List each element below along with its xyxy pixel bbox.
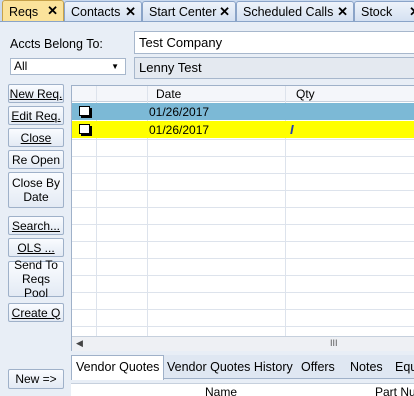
new-req-button[interactable]: New Req. (8, 84, 64, 103)
column-header-qty[interactable]: Qty (296, 87, 315, 101)
tab-label: Start Center (149, 5, 217, 19)
dropdown-arrow-icon[interactable]: ▼ (111, 59, 119, 74)
horizontal-scrollbar[interactable]: ◀ III (72, 336, 414, 351)
close-icon[interactable]: ✕ (337, 5, 348, 19)
accts-select[interactable]: All ▼ (10, 58, 126, 75)
send-to-line2: Reqs Pool (21, 272, 50, 300)
tab-reqs[interactable]: Reqs ✕ (2, 0, 64, 21)
tab-notes[interactable]: Notes (350, 360, 383, 374)
close-by-date-line2: Date (23, 190, 49, 204)
close-icon[interactable]: ✕ (219, 5, 230, 19)
tab-contacts[interactable]: Contacts ✕ (64, 1, 142, 21)
grid-header: Date Qty (72, 86, 414, 102)
accts-select-value: All (14, 59, 28, 73)
new-arrow-button[interactable]: New => (8, 369, 64, 389)
document-icon (79, 124, 90, 134)
tab-label: Contacts (71, 5, 121, 19)
tab-strip: Reqs ✕ Contacts ✕ Start Center ✕ Schedul… (0, 0, 414, 22)
tab-label: Scheduled Calls (243, 5, 334, 19)
reopen-button[interactable]: Re Open (8, 150, 64, 169)
column-header-part-number[interactable]: Part Nu (375, 385, 414, 396)
send-to-reqs-pool-button[interactable]: Send To Reqs Pool (8, 258, 64, 300)
owner-field: Lenny Test (134, 57, 414, 79)
document-icon (79, 106, 90, 116)
scroll-left-icon[interactable]: ◀ (76, 338, 83, 349)
tab-vendor-quotes[interactable]: Vendor Quotes (71, 355, 165, 380)
tab-vendor-quotes-history[interactable]: Vendor Quotes History (167, 360, 293, 374)
ols-button[interactable]: OLS ... (8, 238, 64, 257)
close-icon[interactable]: ✕ (47, 4, 58, 18)
search-button[interactable]: Search... (8, 216, 64, 235)
cell-date: 01/26/2017 (149, 105, 210, 119)
create-q-button[interactable]: Create Q (8, 303, 64, 322)
column-header-name[interactable]: Name (205, 385, 237, 396)
close-icon[interactable]: ✕ (409, 5, 414, 19)
scroll-thumb[interactable]: III (330, 338, 338, 348)
tab-stock[interactable]: Stock ✕ (354, 1, 414, 21)
table-row[interactable]: 01/26/2017 (72, 103, 414, 120)
close-by-date-line1: Close By (11, 176, 61, 190)
cell-date: 01/26/2017 (149, 123, 210, 137)
company-field[interactable]: Test Company (134, 31, 414, 54)
detail-tabs: Vendor Quotes Vendor Quotes History Offe… (71, 355, 414, 380)
send-to-line1: Send To (14, 258, 58, 272)
table-row[interactable]: 01/26/2017 I (72, 121, 414, 138)
tab-start-center[interactable]: Start Center ✕ (142, 1, 236, 21)
tab-offers[interactable]: Offers (301, 360, 335, 374)
tab-label: Reqs (9, 5, 39, 19)
close-by-date-button[interactable]: Close By Date (8, 172, 64, 208)
edit-req-button[interactable]: Edit Req. (8, 106, 64, 125)
text-cursor-icon: I (290, 122, 294, 137)
column-header-date[interactable]: Date (156, 87, 181, 101)
close-button[interactable]: Close (8, 128, 64, 147)
accts-belong-to-label: Accts Belong To: (10, 37, 103, 51)
tab-label: Stock (361, 5, 393, 19)
tab-equ[interactable]: Equ (395, 360, 414, 374)
tab-scheduled-calls[interactable]: Scheduled Calls ✕ (236, 1, 354, 21)
close-icon[interactable]: ✕ (125, 5, 136, 19)
reqs-grid[interactable]: Date Qty 01/26/2017 01/26/2017 I ◀ III (71, 85, 414, 351)
vendor-quotes-grid-header: Name Part Nu (71, 383, 414, 396)
